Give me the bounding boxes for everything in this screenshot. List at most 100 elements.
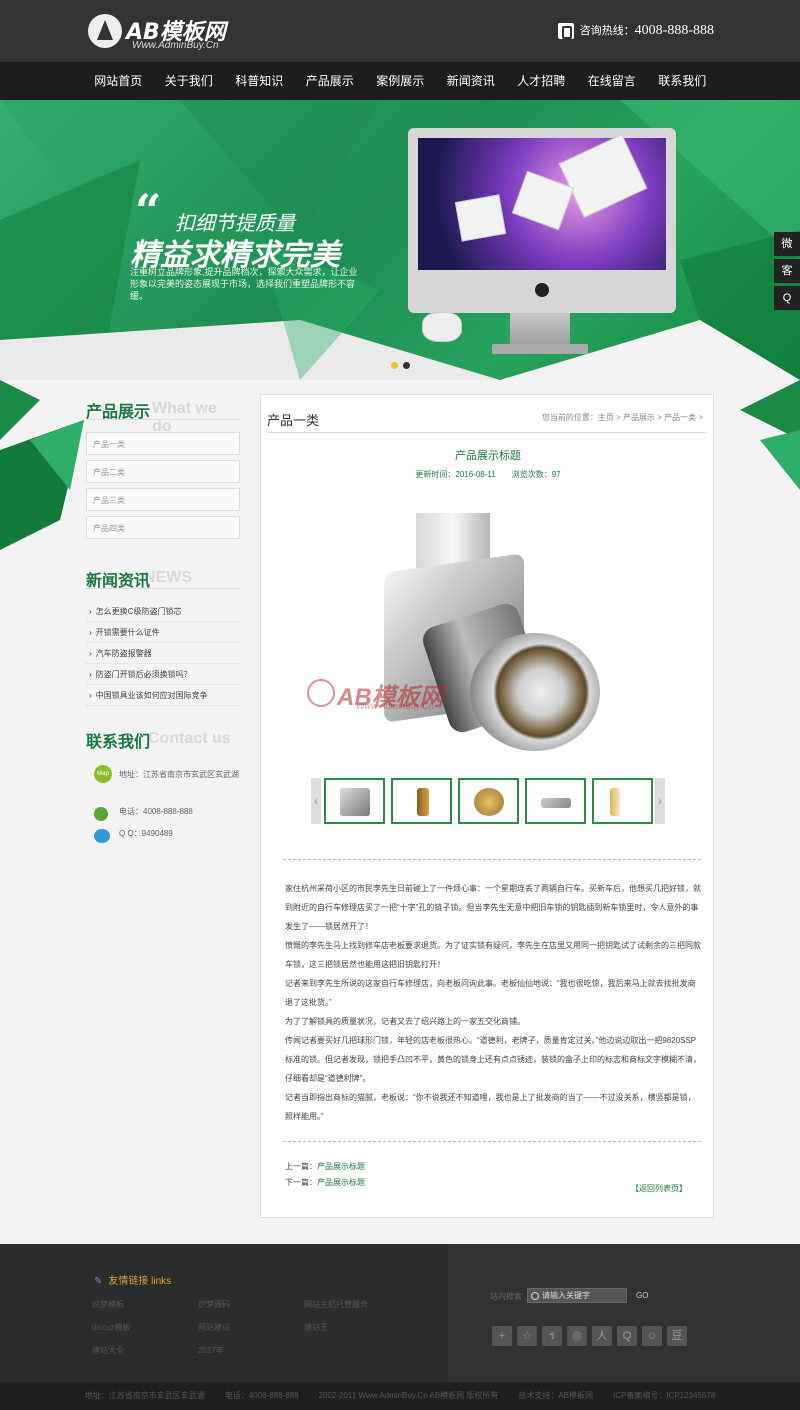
friend-link[interactable]: 织梦源码 [198, 1299, 304, 1319]
main-nav: 网站首页 关于我们 科普知识 产品展示 案例展示 新闻资讯 人才招聘 在线留言 … [0, 62, 800, 100]
friend-link[interactable]: discuz模板 [92, 1322, 198, 1342]
nav-item-products[interactable]: 产品展示 [295, 62, 366, 100]
right-decoration [740, 380, 800, 490]
back-to-list-link[interactable]: 【返回列表页】 [631, 1183, 687, 1194]
crumpled-paper [422, 312, 462, 342]
copyright-address: 地址：江苏省南京市玄武区玄武湖 [84, 1391, 205, 1400]
floating-contact-bar: 微 客 Q [774, 232, 800, 313]
view-count: 浏览次数：97 [511, 470, 561, 479]
left-decoration [0, 380, 84, 550]
share-qq-icon[interactable]: Q [617, 1326, 637, 1346]
thumbnail[interactable] [525, 778, 586, 824]
banner-description: 注重树立品牌形象,提升品牌档次，探索大众需求，让企业形象以完美的姿态展现于市场，… [130, 267, 358, 301]
logo[interactable]: AB模板网 Www.AdminBuy.Cn [88, 14, 228, 54]
chat-icon [94, 829, 110, 843]
thumbnail[interactable] [592, 778, 653, 824]
friend-link[interactable]: 网站主机托管服务 [304, 1299, 410, 1319]
wechat-icon[interactable]: 微 [774, 232, 800, 256]
nav-item-jobs[interactable]: 人才招聘 [506, 62, 577, 100]
share-icons: + ☆ ร ◎ 人 Q ☺ 豆 [492, 1326, 692, 1346]
news-item[interactable]: 汽车防盗报警器 [86, 643, 240, 664]
category-item[interactable]: 产品四类 [86, 516, 240, 539]
friend-link[interactable]: 网站建设 [198, 1322, 304, 1342]
slider-dot-active[interactable] [391, 362, 398, 369]
nav-item-contact[interactable]: 联系我们 [647, 62, 718, 100]
nav-item-news[interactable]: 新闻资讯 [436, 62, 507, 100]
lock-cylinder [470, 633, 600, 751]
search-input[interactable]: 请输入关键字 [527, 1288, 627, 1303]
slider-dots [391, 358, 415, 372]
article-paragraph: 家住杭州采荷小区的市民李先生日前碰上了一件烦心事：一个星期连丢了两辆自行车。买新… [285, 884, 701, 931]
prev-article-link[interactable]: 产品展示标题 [317, 1162, 365, 1171]
thumbnail-strip: ‹ › [311, 778, 665, 824]
nav-item-cases[interactable]: 案例展示 [365, 62, 436, 100]
friend-links-title: 友情链接 links [94, 1272, 171, 1287]
thumbnail[interactable] [391, 778, 452, 824]
contact-section-title: Contact us 联系我们 [86, 722, 240, 751]
products-section-title: What we do 产品展示 [86, 392, 240, 435]
slider-dot[interactable] [403, 362, 410, 369]
contact-title: 联系我们 [86, 734, 151, 751]
nav-item-message[interactable]: 在线留言 [577, 62, 648, 100]
article-paragraph: 记者来到李先生所说的这家自行车修理店，向老板问询此事。老板仙仙地说：“我也很吃惊… [285, 979, 696, 1007]
friend-link[interactable]: 建站王 [304, 1322, 410, 1342]
copyright-icp: ICP备案编号：ICP12345678 [613, 1391, 716, 1400]
friend-link[interactable]: 织梦模板 [92, 1299, 198, 1319]
divider [283, 1141, 701, 1142]
logo-mark-icon [88, 14, 122, 48]
nav-item-about[interactable]: 关于我们 [154, 62, 225, 100]
address-text: 地址：江苏省南京市玄武区玄武湖 [119, 770, 239, 779]
products-title: 产品展示 [86, 404, 151, 421]
copyright-text: 2002-2011 Www.AdminBuy.Cn AB模板网 版权所有 [318, 1391, 499, 1400]
breadcrumb[interactable]: 您当前的位置：主页 > 产品展示 > 产品一类 > [542, 412, 703, 423]
news-item[interactable]: 怎么更换C级防盗门锁芯 [86, 601, 240, 622]
product-meta: 更新时间：2016-08-11 浏览次数：97 [261, 469, 715, 480]
article-paragraph: 记者当即指出商标的猫腻，老板说：“你不说我还不知道哩，我也是上了批发商的当了——… [285, 1093, 696, 1121]
next-label: 下一篇： [285, 1178, 317, 1187]
friend-link[interactable]: 2017年 [198, 1345, 304, 1365]
share-douban-icon[interactable]: 豆 [667, 1326, 687, 1346]
search-go-button[interactable]: GO [636, 1291, 648, 1300]
thumbnail[interactable] [324, 778, 385, 824]
qq-icon[interactable]: Q [774, 286, 800, 310]
copyright-support: 技术支持：AB模板网 [518, 1391, 593, 1400]
article-paragraph: 愤慨的李先生马上找到修车店老板要求退货。为了证实锁有疑问，李先生在店里又用同一把… [285, 941, 701, 969]
map-icon: Map [94, 765, 112, 783]
friend-links: 织梦模板 织梦源码 网站主机托管服务 discuz模板 网站建设 建站王建站大全 2017年 [92, 1296, 412, 1365]
sidebar: What we do 产品展示 产品一类 产品二类 产品三类 产品四类 NEWS… [86, 392, 240, 848]
category-item[interactable]: 产品二类 [86, 460, 240, 483]
category-item[interactable]: 产品三类 [86, 488, 240, 511]
footer: 友情链接 links 织梦模板织梦源码网站主机托管服务 discuz模板网站建设建… [0, 1244, 800, 1382]
share-star-icon[interactable]: ☆ [517, 1326, 537, 1346]
hotline-label: 咨询热线： [579, 25, 635, 37]
hotline: 咨询热线：4008-888-888 [557, 22, 714, 42]
phone-icon [557, 23, 574, 40]
thumb-prev-arrow-icon[interactable]: ‹ [311, 778, 321, 824]
update-time: 更新时间：2016-08-11 [415, 470, 496, 479]
news-item[interactable]: 中国锁具业该如何应对国际竞争 [86, 685, 240, 706]
customer-service-icon[interactable]: 客 [774, 259, 800, 283]
next-article-link[interactable]: 产品展示标题 [317, 1178, 365, 1187]
nav-item-science[interactable]: 科普知识 [224, 62, 295, 100]
watermark-subtitle: Www.AdminBuy.Cn [356, 701, 434, 711]
section-title: 产品一类 [267, 413, 320, 428]
copyright-bar: 地址：江苏省南京市玄武区玄武湖 电话：4008-888-888 2002-2011 … [0, 1382, 800, 1410]
main-content: 产品一类 您当前的位置：主页 > 产品展示 > 产品一类 > 产品展示标题 更新… [260, 394, 714, 1218]
friend-link[interactable]: 建站大全 [92, 1345, 198, 1365]
news-item[interactable]: 防盗门开锁后必须换锁吗？ [86, 664, 240, 685]
thumbnail[interactable] [458, 778, 519, 824]
nav-item-home[interactable]: 网站首页 [83, 62, 154, 100]
share-plus-icon[interactable]: + [492, 1326, 512, 1346]
share-renren-icon[interactable]: 人 [592, 1326, 612, 1346]
news-list: 怎么更换C级防盗门锁芯 开锁需要什么证件 汽车防盗报警器 防盗门开锁后必须换锁吗… [86, 601, 240, 706]
share-weibo-icon[interactable]: ร [542, 1326, 562, 1346]
news-section-title: NEWS 新闻资讯 [86, 561, 240, 590]
quote-mark-icon: “ [135, 184, 162, 238]
news-item[interactable]: 开锁需要什么证件 [86, 622, 240, 643]
thumb-next-arrow-icon[interactable]: › [655, 778, 665, 824]
share-kaixin-icon[interactable]: ☺ [642, 1326, 662, 1346]
banner[interactable]: “ 扣细节提质量 精益求精求完美 注重树立品牌形象,提升品牌档次，探索大众需求，… [0, 100, 800, 380]
prev-next-links: 上一篇：产品展示标题 下一篇：产品展示标题 [285, 1159, 365, 1191]
products-title-en: What we do [152, 400, 217, 435]
share-qzone-icon[interactable]: ◎ [567, 1326, 587, 1346]
